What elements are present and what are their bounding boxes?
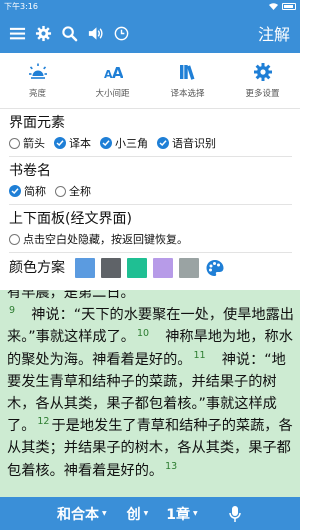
option-full-name[interactable]: 全称 [55, 183, 91, 199]
check-icon [100, 137, 112, 149]
section-title: 界面元素 [9, 115, 65, 131]
quick-settings-row: 亮度 AA 大小间距 译本选择 更多设置 [0, 53, 300, 109]
option-label: 小三角 [115, 137, 148, 150]
section-title: 颜色方案 [9, 260, 65, 276]
books-icon [179, 65, 194, 80]
brightness-icon [28, 63, 47, 79]
version-label: 和合本 [57, 506, 99, 523]
svg-text:A: A [112, 64, 123, 82]
color-swatch-teal[interactable] [127, 258, 147, 278]
book-label: 创 [126, 506, 141, 523]
color-swatch-gray[interactable] [179, 258, 199, 278]
color-swatch-lavender[interactable] [153, 258, 173, 278]
speaker-icon[interactable] [82, 13, 108, 53]
palette-icon[interactable] [205, 258, 225, 278]
radio-unchecked-icon [9, 137, 20, 149]
verse-text: 有早晨，是第二日。 [7, 290, 135, 301]
option-triangle[interactable]: 小三角 [100, 135, 148, 151]
quick-label: 译本选择 [170, 89, 205, 99]
status-bar: 下午3:16 [0, 0, 300, 13]
scripture-reader[interactable]: 有早晨，是第二日。 9 神说：“天下的水要聚在一处，使旱地露出来。”事就这样成了… [0, 290, 300, 507]
book-selector[interactable]: 创 ▼ [127, 504, 149, 524]
option-label: 译本 [69, 137, 91, 150]
version-selector[interactable]: 和合本 ▼ [57, 504, 107, 524]
ui-elements-section: 界面元素 箭头 译本 小三角 语音识别 [0, 109, 300, 157]
option-label: 点击空白处隐藏，按返回键恢复。 [23, 233, 188, 246]
quick-font-size[interactable]: AA 大小间距 [75, 53, 150, 108]
gear-icon[interactable] [30, 13, 56, 53]
verse-text: 于是地发生了青草和结种子的菜蔬，各从其类；并结果子的树木，各从其类，果子都包着核… [7, 418, 293, 479]
quick-more-settings[interactable]: 更多设置 [225, 53, 300, 108]
option-label: 简称 [24, 185, 46, 198]
verse-number[interactable]: 13 [165, 461, 177, 472]
check-icon [54, 137, 66, 149]
caret-down-icon: ▼ [193, 510, 198, 517]
quick-version-select[interactable]: 译本选择 [150, 53, 225, 108]
verse-number[interactable]: 9 [9, 305, 15, 316]
verse-number[interactable]: 11 [193, 350, 205, 361]
caret-down-icon: ▼ [102, 510, 107, 517]
color-swatch-blue[interactable] [75, 258, 95, 278]
section-title: 书卷名 [9, 163, 51, 179]
option-version[interactable]: 译本 [54, 135, 91, 151]
panel-section: 上下面板(经文界面) 点击空白处隐藏，按返回键恢复。 [0, 205, 300, 253]
microphone-icon[interactable] [228, 505, 242, 523]
radio-unchecked-icon [9, 233, 20, 245]
option-arrow[interactable]: 箭头 [9, 135, 45, 151]
check-icon [9, 185, 21, 197]
color-scheme-row: 颜色方案 [0, 253, 300, 283]
chapter-label: 1章 [166, 506, 190, 523]
option-label: 箭头 [23, 137, 45, 150]
radio-unchecked-icon [55, 185, 66, 197]
check-icon [157, 137, 169, 149]
caret-down-icon: ▼ [143, 510, 149, 517]
book-name-section: 书卷名 简称 全称 [0, 157, 300, 205]
bottom-nav-bar: 和合本 ▼ 创 ▼ 1章 ▼ [0, 497, 300, 530]
verse-number[interactable]: 10 [137, 328, 149, 339]
top-toolbar: 注解 [0, 13, 300, 53]
clock-icon[interactable] [108, 13, 134, 53]
battery-icon [282, 3, 296, 10]
quick-label: 亮度 [28, 89, 46, 99]
annotation-button[interactable]: 注解 [258, 21, 290, 45]
quick-label: 更多设置 [245, 89, 280, 99]
wifi-icon [269, 3, 278, 10]
quick-label: 大小间距 [95, 89, 130, 99]
section-title: 上下面板(经文界面) [9, 211, 132, 227]
scripture-text: 有早晨，是第二日。 9 神说：“天下的水要聚在一处，使旱地露出来。”事就这样成了… [7, 290, 294, 482]
option-label: 语音识别 [172, 137, 216, 150]
settings-panel: 亮度 AA 大小间距 译本选择 更多设置 界面元素 箭头 译本 小三角 语音识别… [0, 53, 300, 290]
gear-icon [253, 63, 272, 81]
chapter-selector[interactable]: 1章 ▼ [166, 504, 197, 524]
option-label: 全称 [69, 185, 91, 198]
status-time: 下午3:16 [4, 2, 38, 11]
option-short-name[interactable]: 简称 [9, 183, 46, 199]
font-size-icon: AA [104, 64, 123, 82]
option-voice[interactable]: 语音识别 [157, 135, 216, 151]
search-icon[interactable] [56, 13, 82, 53]
quick-brightness[interactable]: 亮度 [0, 53, 75, 108]
color-swatch-dark-gray[interactable] [101, 258, 121, 278]
status-icons [269, 0, 296, 13]
menu-icon[interactable] [4, 13, 30, 53]
verse-number[interactable]: 12 [37, 416, 49, 427]
option-hide-panel[interactable]: 点击空白处隐藏，按返回键恢复。 [9, 231, 188, 247]
